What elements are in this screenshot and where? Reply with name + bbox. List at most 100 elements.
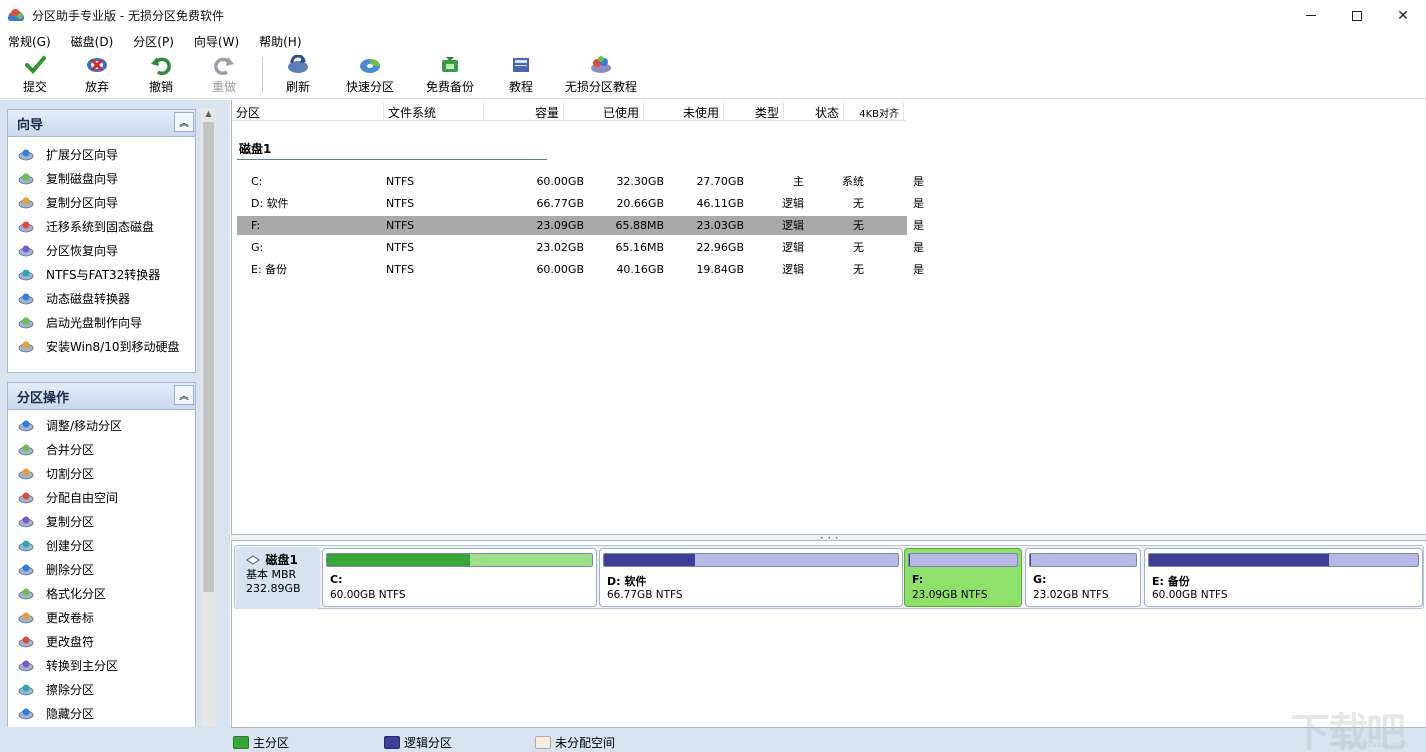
cell-aligned: 是 (913, 241, 924, 254)
redo-button[interactable]: 重做 (209, 55, 239, 95)
lossless-tutorial-icon (590, 55, 612, 75)
partition-op-item[interactable]: 更改盘符 (8, 629, 195, 653)
partition-op-item[interactable]: 调整/移动分区 (8, 413, 195, 437)
menu-partition[interactable]: 分区(P) (133, 33, 174, 50)
partition-block[interactable]: F: 23.09GB NTFS (904, 548, 1022, 607)
undo-button[interactable]: 撤销 (146, 55, 176, 95)
col-filesystem[interactable]: 文件系统 (384, 103, 484, 121)
cell-name: C: (251, 175, 263, 188)
app-window: 分区助手专业版 - 无损分区免费软件 ✕ 常规(G) 磁盘(D) 分区(P) 向… (0, 0, 1426, 752)
col-4k-align[interactable]: 4KB对齐 (844, 103, 904, 121)
lossless-tutorial-button[interactable]: 无损分区教程 (563, 55, 639, 95)
partition-op-item[interactable]: 复制分区 (8, 509, 195, 533)
partition-op-item[interactable]: 转换到主分区 (8, 653, 195, 677)
partition-op-item-icon (18, 442, 34, 456)
partition-op-item-label: 更改盘符 (46, 634, 95, 649)
left-scrollbar[interactable]: ▲ ▼ (201, 108, 216, 744)
wizard-item[interactable]: 复制磁盘向导 (8, 166, 195, 190)
partition-block[interactable]: C: 60.00GB NTFS (322, 548, 597, 607)
col-capacity[interactable]: 容量 (484, 103, 564, 121)
col-used[interactable]: 已使用 (564, 103, 644, 121)
cell-fs: NTFS (386, 175, 415, 188)
partition-op-item[interactable]: 创建分区 (8, 533, 195, 557)
partition-op-item-icon (18, 658, 34, 672)
refresh-label: 刷新 (285, 80, 310, 94)
partition-block[interactable]: D: 软件 66.77GB NTFS (599, 548, 903, 607)
partition-op-item[interactable]: 格式化分区 (8, 581, 195, 605)
partition-op-item[interactable]: 切割分区 (8, 461, 195, 485)
legend-unallocated-label: 未分配空间 (555, 736, 616, 750)
close-button[interactable]: ✕ (1380, 0, 1426, 31)
partition-usage-bar (1029, 553, 1137, 567)
wizard-item-label: 扩展分区向导 (46, 147, 119, 162)
wizard-item[interactable]: 启动光盘制作向导 (8, 310, 195, 334)
wizard-item[interactable]: 安装Win8/10到移动硬盘 (8, 334, 195, 358)
watermark: 下载吧 www.xiazaiba.com (1290, 700, 1420, 752)
partition-op-item[interactable]: 合并分区 (8, 437, 195, 461)
partition-op-item[interactable]: 分配自由空间 (8, 485, 195, 509)
cell-aligned: 是 (913, 175, 924, 188)
commit-button[interactable]: 提交 (20, 55, 50, 95)
partition-op-item[interactable]: 隐藏分区 (8, 701, 195, 725)
partition-op-item[interactable]: 擦除分区 (8, 677, 195, 701)
partition-info: 23.09GB NTFS (912, 589, 988, 601)
partition-ops-panel: 分区操作 ︽ 调整/移动分区 合并分区 切割分区 分配自由空间 复制分区 创建分区 删除分区… (7, 382, 196, 752)
menu-general[interactable]: 常规(G) (8, 33, 51, 50)
pane-splitter[interactable]: • • • (231, 534, 1426, 542)
legend-logical: 逻辑分区 (384, 734, 452, 751)
col-free[interactable]: 未使用 (644, 103, 724, 121)
table-row[interactable]: G: NTFS 23.02GB 65.16MB 22.96GB 逻辑无是 (237, 238, 924, 257)
menu-wizard[interactable]: 向导(W) (194, 33, 239, 50)
scroll-thumb[interactable] (203, 122, 214, 592)
menu-disk[interactable]: 磁盘(D) (71, 33, 114, 50)
partition-usage-fill (909, 554, 910, 566)
partition-block[interactable]: G: 23.02GB NTFS (1025, 548, 1141, 607)
partition-op-item-label: 分配自由空间 (46, 490, 119, 505)
table-row[interactable]: E: 备份 NTFS 60.00GB 40.16GB 19.84GB 逻辑无是 (237, 260, 924, 279)
menu-help[interactable]: 帮助(H) (259, 33, 301, 50)
wizard-item[interactable]: 复制分区向导 (8, 190, 195, 214)
partition-op-item-label: 更改卷标 (46, 610, 95, 625)
tutorial-button[interactable]: 教程 (506, 55, 536, 95)
col-status[interactable]: 状态 (784, 103, 844, 121)
table-row[interactable]: D: 软件 NTFS 66.77GB 20.66GB 46.11GB 逻辑无是 (237, 194, 924, 213)
quick-partition-button[interactable]: 快速分区 (344, 55, 396, 95)
wizard-item-label: NTFS与FAT32转换器 (46, 267, 161, 282)
disk-label: 磁盘1 (239, 142, 272, 156)
discard-icon (86, 55, 108, 75)
cell-used: 40.16GB (616, 263, 664, 276)
maximize-button[interactable] (1334, 0, 1380, 31)
tutorial-label: 教程 (508, 80, 533, 94)
partition-block[interactable]: E: 备份 60.00GB NTFS (1144, 548, 1423, 607)
scroll-up-icon[interactable]: ▲ (201, 108, 216, 120)
table-row[interactable]: F: NTFS 23.09GB 65.88MB 23.03GB 逻辑无是 (237, 216, 924, 235)
wizard-item[interactable]: 扩展分区向导 (8, 142, 195, 166)
partition-op-item[interactable]: 删除分区 (8, 557, 195, 581)
partition-op-item-icon (18, 706, 34, 720)
disk-info-box[interactable]: 磁盘1 基本 MBR 232.89GB (236, 547, 320, 609)
wizard-item[interactable]: NTFS与FAT32转换器 (8, 262, 195, 286)
backup-icon (439, 55, 461, 75)
cell-name: E: 备份 (251, 263, 288, 276)
discard-button[interactable]: 放弃 (82, 55, 112, 95)
free-backup-button[interactable]: 免费备份 (424, 55, 476, 95)
wizard-item[interactable]: 分区恢复向导 (8, 238, 195, 262)
redo-icon (213, 55, 235, 76)
col-partition[interactable]: 分区 (232, 103, 384, 121)
partition-op-item[interactable]: 更改卷标 (8, 605, 195, 629)
menu-bar: 常规(G) 磁盘(D) 分区(P) 向导(W) 帮助(H) (0, 31, 1426, 51)
col-type[interactable]: 类型 (724, 103, 784, 121)
refresh-button[interactable]: 刷新 (283, 54, 313, 95)
partition-op-item-label: 擦除分区 (46, 682, 95, 697)
minimize-button[interactable] (1288, 0, 1334, 31)
wizard-item-icon (18, 339, 34, 353)
partition-op-item-icon (18, 490, 34, 504)
wizard-item[interactable]: 迁移系统到固态磁盘 (8, 214, 195, 238)
collapse-wizard-button[interactable]: ︽ (174, 112, 194, 132)
wizard-item[interactable]: 动态磁盘转换器 (8, 286, 195, 310)
table-row[interactable]: C: NTFS 60.00GB 32.30GB 27.70GB 主系统是 (237, 172, 924, 191)
maximize-icon (1352, 10, 1362, 21)
collapse-ops-button[interactable]: ︽ (174, 385, 194, 405)
undo-label: 撤销 (148, 80, 173, 94)
partition-op-item-label: 格式化分区 (46, 586, 107, 601)
